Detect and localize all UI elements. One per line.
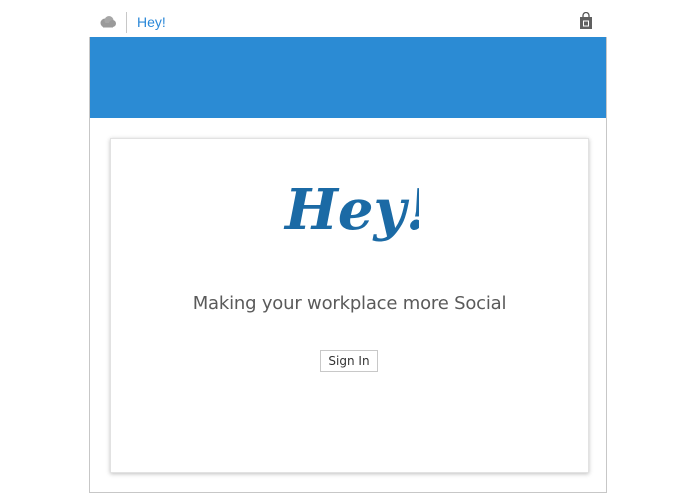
app-window: Hey! Hey! Making your workplace more Soc… <box>89 8 607 493</box>
app-title[interactable]: Hey! <box>137 14 166 30</box>
content-frame: Hey! Making your workplace more Social S… <box>89 118 607 493</box>
svg-text:Hey!: Hey! <box>283 177 419 243</box>
hey-logo: Hey! <box>283 177 419 243</box>
header-banner <box>89 37 607 118</box>
shopping-bag-icon[interactable] <box>579 11 593 30</box>
title-bar: Hey! <box>89 8 607 37</box>
cloud-icon <box>99 15 117 29</box>
welcome-card: Hey! Making your workplace more Social S… <box>110 138 589 473</box>
title-divider <box>126 12 127 33</box>
tagline: Making your workplace more Social <box>192 293 507 314</box>
sign-in-button[interactable]: Sign In <box>320 350 378 372</box>
